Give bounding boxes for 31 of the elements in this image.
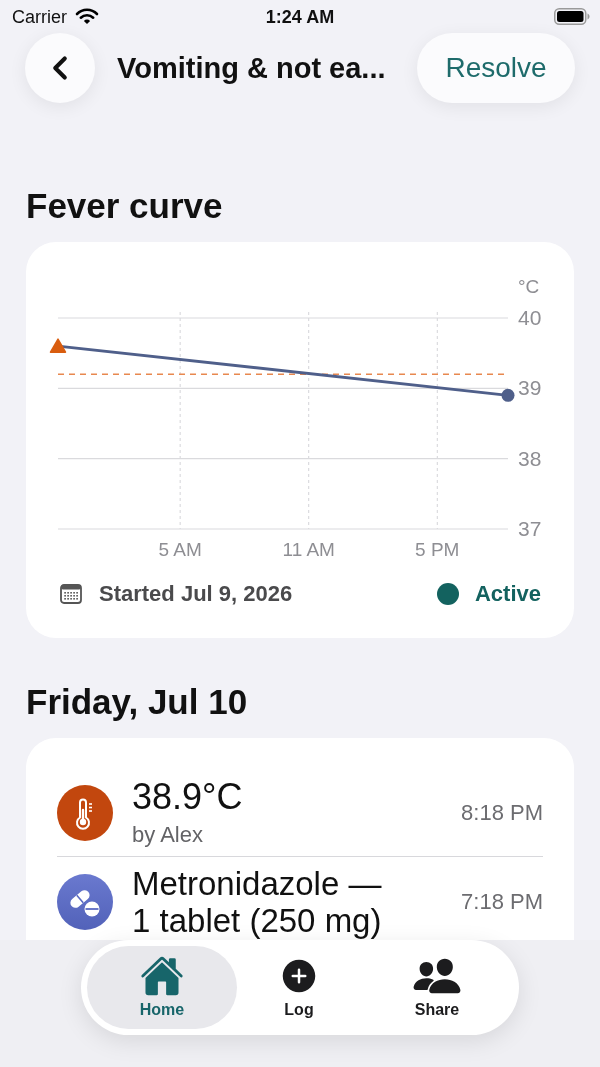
status-label: Active — [474, 580, 541, 608]
tab-button[interactable]: Log — [237, 946, 361, 1029]
thermometer-icon — [57, 784, 113, 841]
entry-title: Metronidazole — 1 tablet (250 mg) — [132, 865, 383, 939]
entry-author: by Alex — [132, 822, 204, 848]
carrier-label: Carrier — [12, 5, 67, 28]
resolve-button[interactable]: Resolve — [417, 33, 575, 103]
entry-time: 8:18 PM — [461, 799, 543, 826]
section-heading: Friday, Jul 10 — [26, 682, 249, 722]
wifi-icon — [75, 8, 99, 25]
clock-time: 1:24 AM — [265, 5, 335, 28]
triangle-marker — [49, 338, 67, 353]
section-heading: Fever curve — [26, 186, 224, 226]
axis-tick-label: 11 AM — [282, 539, 335, 560]
axis-tick-label: 39 — [518, 376, 542, 400]
entry-title: 38.9°C — [132, 777, 244, 817]
axis-unit-label: °C — [518, 276, 540, 297]
axis-tick-label: 40 — [518, 306, 542, 329]
page-title: Vomiting & not ea... — [117, 51, 386, 86]
pills-icon — [57, 874, 113, 930]
axis-tick-label: 37 — [518, 517, 542, 540]
start-date-label: Started Jul 9, 2026 — [99, 580, 293, 608]
axis-tick-label: 5 PM — [415, 539, 460, 560]
battery-icon — [554, 8, 590, 25]
tab-button[interactable]: Home — [87, 946, 237, 1029]
axis-tick-label: 38 — [518, 446, 542, 470]
entry-time: 7:18 PM — [461, 889, 543, 915]
axis-tick-label: 5 AM — [158, 539, 202, 560]
calendar-icon — [60, 584, 82, 604]
data-point-marker — [501, 388, 515, 402]
tab-button[interactable]: Share — [361, 946, 513, 1029]
